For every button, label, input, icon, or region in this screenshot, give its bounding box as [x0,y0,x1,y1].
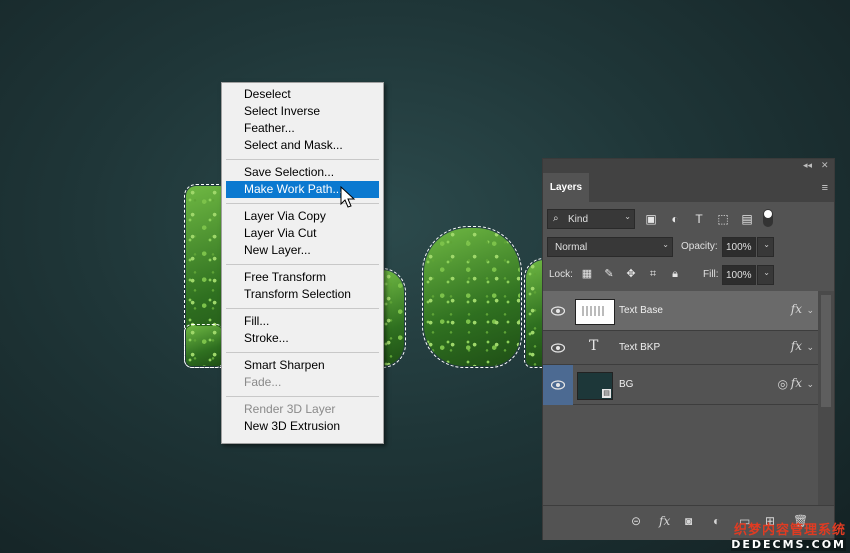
filter-kind-label: Kind [568,214,589,225]
filter-type-icon[interactable]: T [692,212,706,226]
blend-mode-select[interactable]: Normal ⌄ [547,237,673,257]
filter-adjustment-icon[interactable]: ◐ [668,212,682,226]
opacity-input[interactable]: 100% [722,237,756,257]
watermark-line1: 织梦内容管理系统 [733,523,846,538]
fx-icon[interactable]: fx [791,339,802,353]
fill-label: Fill: [703,269,719,280]
link-layers-icon[interactable]: ⊝ [631,514,641,528]
menu-item-layer-via-cut[interactable]: Layer Via Cut [226,225,379,242]
letter-e [380,268,406,368]
filter-toggle[interactable] [763,209,773,227]
layer-row-text-bkp[interactable]: T Text BKP fx ⌄ [543,331,818,365]
menu-separator [226,264,379,265]
fill-input[interactable]: 100% [722,265,756,285]
search-icon: ⌕ [553,213,559,224]
tab-layers[interactable]: Layers [543,173,589,202]
lock-all-icon[interactable]: 🔒︎ [668,267,682,281]
add-style-icon[interactable]: fx [659,514,670,528]
layer-name[interactable]: Text BKP [619,342,660,353]
scrollbar-thumb[interactable] [821,295,831,407]
layer-row-text-base[interactable]: Text Base fx ⌄ [543,291,818,331]
lock-brush-icon[interactable]: ✎ [602,267,616,281]
mouse-cursor-icon [340,186,356,208]
visibility-eye-icon[interactable] [551,380,565,390]
fill-dropdown[interactable]: ⌄ [757,265,774,285]
filter-shape-icon[interactable]: ⬚ [716,212,730,226]
letter-a [422,226,522,368]
chevron-down-icon: ⌄ [624,212,631,221]
menu-item-feather[interactable]: Feather... [226,120,379,137]
layer-thumbnail: ▤ [577,372,613,400]
menu-separator [226,203,379,204]
layer-name[interactable]: Text Base [619,305,663,316]
layers-scrollbar[interactable] [818,291,834,539]
expand-effects-icon[interactable]: ⌄ [806,342,814,353]
visibility-eye-icon[interactable] [551,306,565,316]
panel-titlebar: ◂◂ ✕ [543,159,834,173]
panel-tabrow: Layers ≡ [543,173,834,202]
blend-mode-label: Normal [555,242,588,253]
smart-filter-icon: ◎ [777,377,788,391]
opacity-label: Opacity: [681,241,718,252]
menu-separator [226,352,379,353]
menu-item-fade: Fade... [244,375,282,389]
fx-icon[interactable]: fx [791,376,802,390]
collapse-icon[interactable]: ◂◂ [803,160,812,171]
menu-item-layer-via-copy[interactable]: Layer Via Copy [226,208,379,225]
opacity-value: 100% [726,242,752,253]
menu-item-fill[interactable]: Fill... [226,313,379,330]
menu-item-render-3d-layer: Render 3D Layer [244,402,336,416]
layer-thumbnail [575,299,615,325]
menu-item-select-and-mask[interactable]: Select and Mask... [226,137,379,154]
expand-effects-icon[interactable]: ⌄ [806,379,814,390]
menu-separator [226,396,379,397]
filter-kind-select[interactable]: ⌕ Kind ⌄ [547,209,635,229]
watermark-line2: DEDECMS.COM [731,538,846,551]
smart-object-icon: ▤ [602,389,611,398]
new-adjustment-icon[interactable]: ◐ [713,514,720,528]
lock-move-icon[interactable]: ✥ [624,267,638,281]
filter-pixel-icon[interactable]: ▣ [644,212,658,226]
layer-name[interactable]: BG [619,379,633,390]
panel-menu-icon[interactable]: ≡ [822,182,828,194]
fill-value: 100% [726,270,752,281]
opacity-dropdown[interactable]: ⌄ [757,237,774,257]
menu-item-free-transform[interactable]: Free Transform [226,269,379,286]
layers-panel: ◂◂ ✕ Layers ≡ ⌕ Kind ⌄ ▣ ◐ T ⬚ ▤ Normal … [542,158,835,540]
thumbnail-selection-icon [582,306,606,316]
close-icon[interactable]: ✕ [821,160,829,171]
filter-smartobject-icon[interactable]: ▤ [740,212,754,226]
filter-toggle-knob-icon [764,210,772,218]
menu-separator [226,308,379,309]
menu-item-transform-selection[interactable]: Transform Selection [226,286,379,303]
lock-transparent-icon[interactable]: ▦ [580,267,594,281]
chevron-down-icon: ⌄ [763,268,770,277]
menu-item-new-layer[interactable]: New Layer... [226,242,379,259]
chevron-down-icon: ⌄ [662,240,669,249]
fx-icon[interactable]: fx [791,302,802,316]
visibility-eye-icon[interactable] [551,343,565,353]
lock-label: Lock: [549,269,573,280]
selection-context-menu: Deselect Select Inverse Feather... Select a… [221,82,384,444]
type-layer-icon: T [589,338,599,354]
layer-row-bg[interactable]: ▤ BG ◎ fx ⌄ [543,365,818,405]
site-watermark: 织梦内容管理系统 DEDECMS.COM [731,519,846,551]
expand-effects-icon[interactable]: ⌄ [806,305,814,316]
add-mask-icon[interactable]: ◙ [685,514,692,528]
menu-item-stroke[interactable]: Stroke... [226,330,379,347]
menu-item-smart-sharpen[interactable]: Smart Sharpen [226,357,379,374]
menu-item-save-selection[interactable]: Save Selection... [226,164,379,181]
menu-item-new-3d-extrusion[interactable]: New 3D Extrusion [226,418,379,435]
menu-item-select-inverse[interactable]: Select Inverse [226,103,379,120]
lock-artboard-icon[interactable]: ⌗ [646,267,660,281]
menu-separator [226,159,379,160]
chevron-down-icon: ⌄ [763,240,770,249]
menu-item-make-work-path[interactable]: Make Work Path... [226,181,379,198]
menu-item-deselect[interactable]: Deselect [226,86,379,103]
letter-L-foot [184,324,224,368]
